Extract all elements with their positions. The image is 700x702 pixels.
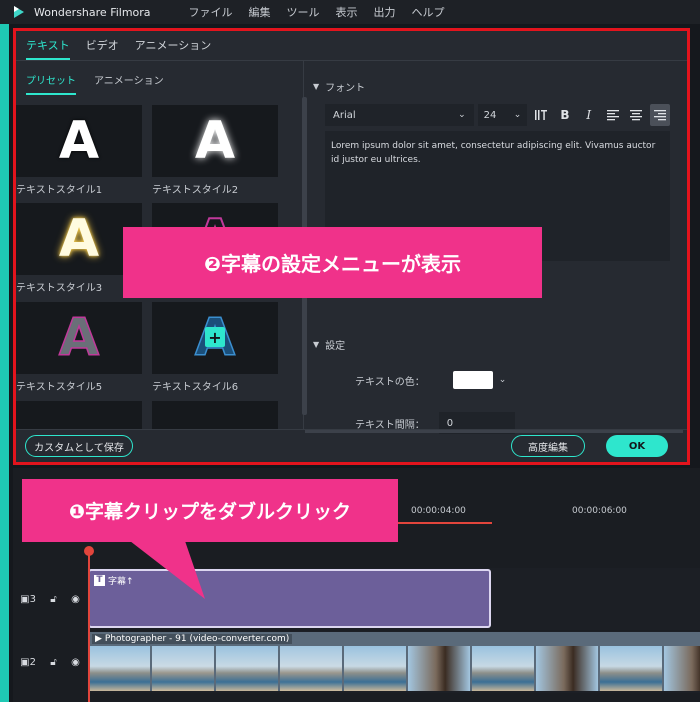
chevron-down-icon[interactable]: ⌄ (499, 375, 507, 385)
preset-item[interactable]: A + テキストスタイル6 (152, 302, 278, 393)
advanced-edit-button[interactable]: 高度編集 (511, 435, 585, 457)
align-center-icon (630, 110, 643, 121)
font-family-select[interactable]: Arial ⌄ (325, 104, 474, 126)
video-clip-label: ▶ Photographer - 91 (video-converter.com… (92, 634, 293, 644)
video-thumbnail-frame (344, 646, 406, 691)
menu-tools[interactable]: ツール (287, 4, 320, 20)
tab-sub-animation[interactable]: アニメーション (94, 72, 164, 95)
video-thumbnail-frame (536, 646, 598, 691)
tab-presets[interactable]: プリセット (26, 72, 76, 95)
text-height-icon (535, 110, 548, 120)
menu-edit[interactable]: 編集 (249, 4, 271, 20)
track-2-number: ▣2 (20, 656, 36, 668)
menu-file[interactable]: ファイル (189, 4, 233, 20)
menu-view[interactable]: 表示 (336, 4, 358, 20)
tab-animation[interactable]: アニメーション (135, 37, 212, 60)
callout-step-2: ❷字幕の設定メニューが表示 (123, 227, 542, 298)
align-right-icon (654, 110, 667, 121)
track-3-number: ▣3 (20, 593, 36, 605)
title-clip-label: T 字幕↑ (94, 574, 134, 587)
editor-footer: カスタムとして保存 高度編集 OK (16, 429, 687, 462)
preset-thumbnail: A (16, 401, 142, 429)
italic-button[interactable]: I (579, 104, 599, 126)
preset-thumbnail: A + (152, 302, 278, 374)
chevron-down-icon: ⌄ (513, 110, 522, 120)
italic-icon: I (586, 108, 592, 122)
menu-help[interactable]: ヘルプ (412, 4, 445, 20)
bold-button[interactable]: B (555, 104, 575, 126)
bold-icon: B (560, 108, 570, 122)
eye-icon[interactable]: ◉ (71, 657, 80, 668)
preset-thumbnail: A (152, 105, 278, 177)
align-right-button[interactable] (650, 104, 671, 126)
track-2-header: ▣2 🔓︎ ◉ (13, 631, 87, 693)
video-thumbnail-frame (472, 646, 534, 691)
preset-label: テキストスタイル5 (16, 382, 103, 393)
video-thumbnail-frame (664, 646, 700, 691)
preset-thumbnail: A (152, 401, 278, 429)
text-color-row: テキストの色： ⌄ (355, 371, 506, 389)
preset-thumbnail: A (16, 105, 142, 177)
align-left-button[interactable] (603, 104, 623, 126)
save-as-custom-button[interactable]: カスタムとして保存 (25, 435, 133, 457)
tab-video[interactable]: ビデオ (86, 37, 119, 60)
video-thumbnail-frame (600, 646, 662, 691)
video-thumbnail-frame (88, 646, 150, 691)
track-3-header: ▣3 🔓︎ ◉ (13, 568, 87, 630)
preset-item[interactable]: A (152, 401, 278, 429)
font-size-select[interactable]: 24 ⌄ (477, 104, 528, 126)
preset-label: テキストスタイル6 (152, 382, 239, 393)
app-title: Wondershare Filmora (34, 5, 151, 19)
text-color-label: テキストの色： (355, 376, 425, 388)
align-left-icon (606, 110, 619, 121)
ok-button[interactable]: OK (606, 435, 668, 457)
editor-main-tabs: テキスト ビデオ アニメーション (16, 31, 687, 61)
text-clip-icon: T (94, 575, 105, 586)
align-center-button[interactable] (626, 104, 646, 126)
preset-sub-tabs: プリセット アニメーション (16, 61, 303, 95)
playhead[interactable] (88, 548, 90, 702)
preset-item[interactable]: A (16, 401, 142, 429)
video-thumbnail-frame (408, 646, 470, 691)
menu-export[interactable]: 出力 (374, 4, 396, 20)
text-height-button[interactable] (531, 104, 551, 126)
collapse-triangle-icon: ▼ (313, 82, 320, 91)
title-bar: Wondershare Filmora ファイル 編集 ツール 表示 出力 ヘル… (0, 0, 700, 24)
ruler-progress-line (397, 522, 492, 524)
preset-thumbnail: A (16, 302, 142, 374)
callout-pointer-icon (130, 541, 205, 599)
ruler-tick-label: 00:00:04:00 (411, 506, 466, 516)
preset-item[interactable]: A テキストスタイル1 (16, 105, 142, 196)
video-clip[interactable]: ▶ Photographer - 91 (video-converter.com… (88, 632, 700, 691)
ruler-tick-label: 00:00:06:00 (572, 506, 627, 516)
font-section-header[interactable]: ▼ フォント (313, 79, 365, 94)
preset-label: テキストスタイル1 (16, 185, 103, 196)
preset-item[interactable]: A テキストスタイル5 (16, 302, 142, 393)
settings-section-header[interactable]: ▼ 設定 (313, 337, 345, 352)
lock-icon[interactable]: 🔓︎ (50, 594, 56, 605)
video-thumbnail-frame (216, 646, 278, 691)
font-toolbar: Arial ⌄ 24 ⌄ B I (325, 103, 671, 127)
playhead-handle[interactable] (84, 546, 94, 556)
preset-label: テキストスタイル2 (152, 185, 239, 196)
text-color-swatch[interactable] (452, 371, 493, 389)
collapse-triangle-icon: ▼ (313, 340, 320, 349)
lock-icon[interactable]: 🔓︎ (50, 657, 56, 668)
preset-item[interactable]: A テキストスタイル2 (152, 105, 278, 196)
plus-icon: + (205, 327, 225, 347)
tab-text[interactable]: テキスト (26, 37, 70, 60)
video-thumbnail-frame (280, 646, 342, 691)
play-icon: ▶ (95, 634, 102, 644)
callout-step-1: ❶字幕クリップをダブルクリック (22, 479, 398, 542)
eye-icon[interactable]: ◉ (71, 594, 80, 605)
chevron-down-icon: ⌄ (458, 110, 466, 120)
left-accent-strip (0, 24, 9, 702)
video-thumbnail-frame (152, 646, 214, 691)
filmora-logo-icon (14, 6, 24, 18)
